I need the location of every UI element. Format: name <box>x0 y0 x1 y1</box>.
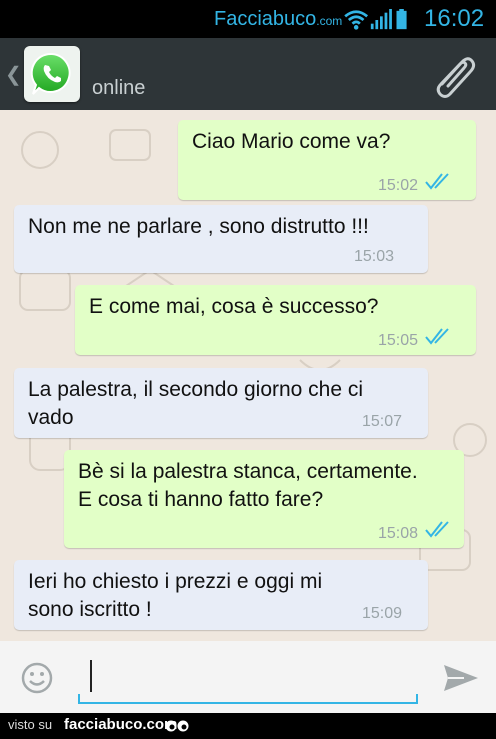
message-time: 15:02 <box>377 177 418 194</box>
message-text: Bè si la palestra stanca, certamente. E … <box>78 460 418 511</box>
message-text: Non me ne parlare , sono distrutto !!! <box>28 215 369 238</box>
status-time: 16:02 <box>424 5 485 32</box>
watermark-footer: visto su facciabuco.com <box>0 713 496 739</box>
message-bubble-outgoing[interactable]: E come mai, cosa è successo? 15:05 <box>75 285 476 355</box>
chevron-left-icon[interactable]: ❮ <box>5 62 22 87</box>
paperclip-icon[interactable] <box>430 52 478 100</box>
chat-area[interactable]: Ciao Mario come va? 15:02 Non me ne parl… <box>0 110 496 641</box>
message-time: 15:03 <box>353 248 394 265</box>
message-input-field[interactable] <box>78 652 418 704</box>
footer-seen-on: visto su <box>8 717 53 732</box>
message-bubble-incoming[interactable]: La palestra, il secondo giorno che ci va… <box>14 368 428 438</box>
message-input[interactable] <box>88 660 412 696</box>
double-check-icon <box>425 173 449 190</box>
double-check-icon <box>425 521 449 538</box>
message-text: E come mai, cosa è successo? <box>89 295 379 318</box>
double-check-icon <box>425 328 449 345</box>
signal-icon <box>370 9 392 30</box>
send-icon[interactable] <box>442 663 480 693</box>
message-time: 15:07 <box>361 413 402 430</box>
battery-icon <box>396 9 407 30</box>
message-time: 15:09 <box>361 605 402 622</box>
message-bubble-incoming[interactable]: Ieri ho chiesto i prezzi e oggi mi sono … <box>14 560 428 630</box>
contact-avatar[interactable] <box>24 46 80 102</box>
input-underline-right <box>416 694 418 702</box>
smiley-icon[interactable] <box>20 661 54 695</box>
message-text: Ciao Mario come va? <box>192 130 391 153</box>
status-brand-suffix: .com <box>316 14 343 28</box>
message-text: La palestra, il secondo giorno che ci va… <box>28 378 364 429</box>
message-bubble-outgoing[interactable]: Ciao Mario come va? 15:02 <box>178 120 476 200</box>
footer-brand[interactable]: facciabuco.com <box>64 716 177 733</box>
message-text: Ieri ho chiesto i prezzi e oggi mi sono … <box>28 570 323 621</box>
message-bubble-incoming[interactable]: Non me ne parlare , sono distrutto !!! 1… <box>14 205 428 273</box>
eyes-icon <box>165 720 189 732</box>
message-bubble-outgoing[interactable]: Bè si la palestra stanca, certamente. E … <box>64 450 464 548</box>
status-bar: Facciabuco.com 16:02 <box>0 0 496 38</box>
contact-status: online <box>92 77 146 99</box>
wifi-icon <box>344 10 369 30</box>
whatsapp-logo-icon <box>30 52 71 95</box>
status-brand-name: Facciabuco <box>214 8 317 30</box>
message-time: 15:08 <box>377 525 418 542</box>
text-cursor <box>90 660 92 692</box>
message-time: 15:05 <box>377 332 418 349</box>
status-brand: Facciabuco.com <box>214 8 342 31</box>
input-underline-left <box>78 694 80 702</box>
status-icons <box>344 9 407 30</box>
